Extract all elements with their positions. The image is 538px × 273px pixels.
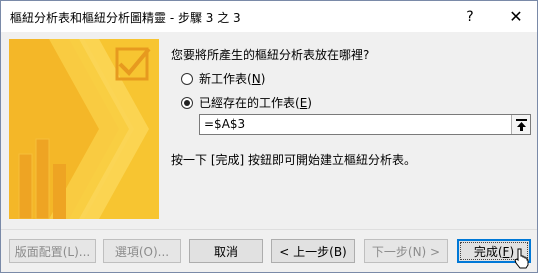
existing-worksheet-option[interactable]: 已經存在的工作表(E)	[181, 94, 312, 111]
close-button[interactable]: ✕	[495, 1, 537, 32]
options-button[interactable]: 選項(O)...	[103, 239, 181, 263]
finish-hint: 按一下 [完成] 按鈕即可開始建立樞紐分析表。	[171, 153, 416, 167]
button-separator	[1, 229, 537, 230]
close-icon: ✕	[509, 7, 523, 26]
existing-worksheet-radio[interactable]	[181, 96, 193, 109]
cancel-button[interactable]: 取消	[189, 239, 263, 263]
new-worksheet-option[interactable]: 新工作表(N)	[181, 70, 265, 87]
existing-worksheet-hotkey: E	[299, 95, 308, 110]
layout-button-label: 版面配置(L)...	[14, 244, 91, 259]
help-icon: ?	[466, 8, 474, 25]
cancel-button-label: 取消	[213, 244, 238, 259]
pivot-wizard-dialog: 樞紐分析表和樞紐分析圖精靈 - 步驟 3 之 3 ? ✕ 您要將所產生的樞紐分析…	[0, 0, 538, 273]
new-worksheet-label: 新工作表	[199, 72, 248, 86]
collapse-dialog-icon	[515, 118, 527, 131]
next-button[interactable]: 下一步(N) >	[364, 239, 448, 263]
options-button-label: 選項(O)...	[114, 244, 170, 259]
location-reference-field[interactable]	[199, 114, 531, 135]
help-button[interactable]: ?	[449, 1, 491, 32]
back-button-label: < 上一步(B)	[279, 244, 347, 259]
collapse-dialog-button[interactable]	[511, 115, 530, 134]
next-button-label: 下一步(N) >	[371, 244, 441, 259]
back-button[interactable]: < 上一步(B)	[271, 239, 355, 263]
wizard-checkmark-art	[9, 39, 159, 219]
placement-question: 您要將所產生的樞紐分析表放在哪裡?	[171, 48, 370, 62]
title-bar: 樞紐分析表和樞紐分析圖精靈 - 步驟 3 之 3 ? ✕	[1, 1, 537, 32]
existing-worksheet-label: 已經存在的工作表	[199, 96, 296, 110]
new-worksheet-hotkey: N	[251, 71, 261, 86]
window-title: 樞紐分析表和樞紐分析圖精靈 - 步驟 3 之 3	[10, 11, 241, 25]
location-reference-input[interactable]	[204, 117, 504, 131]
new-worksheet-radio[interactable]	[181, 72, 193, 85]
finish-button-label: 完成(F)	[473, 244, 515, 259]
layout-button[interactable]: 版面配置(L)...	[9, 239, 96, 263]
mouse-pointer-icon	[514, 248, 529, 269]
wizard-art	[9, 39, 159, 219]
